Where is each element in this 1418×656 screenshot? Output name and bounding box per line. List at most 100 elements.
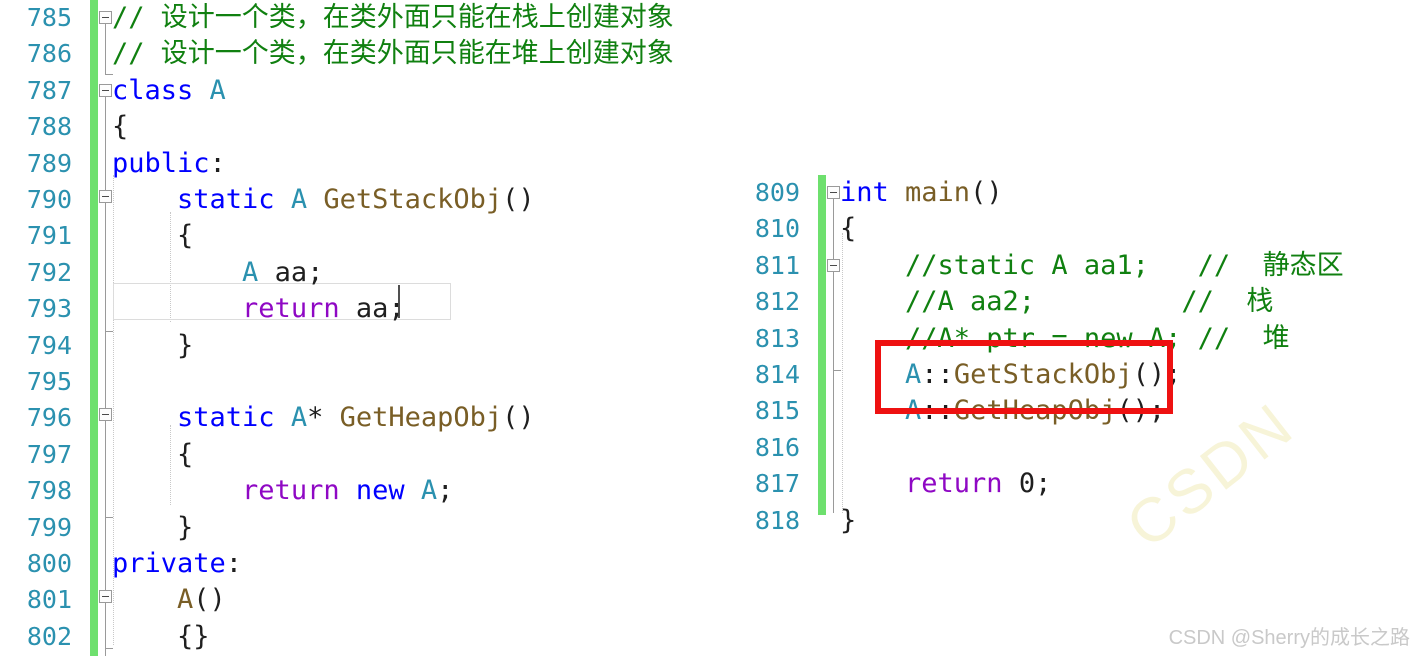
code-text-786: // 设计一个类，在类外面只能在堆上创建对象 [112,36,674,72]
line-number-786: 786 [26,39,72,69]
code-text-810: { [840,211,856,247]
code-line-811[interactable]: 811 //static A aa1; // 静态区 [730,248,1418,284]
token: } [840,504,857,536]
code-line-795[interactable]: 795 [0,364,740,400]
code-text-818: } [840,503,856,539]
token: static [177,184,291,215]
code-line-790[interactable]: 790 static A GetStackObj() [0,182,740,218]
line-number-796: 796 [26,403,72,433]
token: * [307,402,340,434]
line-number-801: 801 [26,585,72,615]
line-number-791: 791 [26,221,72,251]
code-line-787[interactable]: 787 class A [0,73,740,109]
code-text-802: {} [112,619,210,655]
code-line-799[interactable]: 799 } [0,510,740,546]
line-number-790: 790 [26,185,72,214]
left-code-pane[interactable]: 785 // 设计一个类，在类外面只能在栈上创建对象 786 // 设计一个类，在类外… [0,0,740,656]
code-line-798[interactable]: 798 return new A; [0,473,740,509]
code-line-802[interactable]: 802 {} [0,619,740,655]
code-text-798: return new A; [112,473,453,509]
code-text-794: } [112,328,193,364]
code-text-797: { [112,437,193,473]
code-line-793[interactable]: 793 return aa; [0,291,740,327]
code-line-810[interactable]: 810 { [730,211,1418,247]
token: // 设计一个类，在类外面只能在栈上创建对象 [112,2,674,33]
line-number-814: 814 [754,360,800,389]
line-number-789: 789 [26,148,72,178]
token: return [242,293,340,325]
line-number-785: 785 [26,3,72,32]
code-text-796: static A* GetHeapObj() [112,400,535,436]
token: } [112,329,194,361]
code-line-817[interactable]: 817 return 0; [730,466,1418,502]
line-number-817: 817 [754,469,800,499]
token: {} [112,620,210,652]
code-line-816[interactable]: 816 [730,430,1418,466]
code-line-812[interactable]: 812 //A aa2; // 栈 [730,284,1418,320]
line-number-818: 818 [754,505,800,535]
code-text-800: private: [112,546,242,582]
line-number-788: 788 [26,112,72,142]
token: public [112,147,210,179]
code-line-801[interactable]: 801 A() [0,582,740,618]
code-text-801: A() [112,582,226,618]
token: return [905,468,1019,500]
line-number-793: 793 [26,294,72,324]
token: A [290,184,308,215]
code-line-809[interactable]: 809 int main() [730,175,1418,211]
line-number-811: 811 [754,250,800,280]
token: main [905,177,971,208]
token: aa; [258,256,324,288]
token: aa; [339,293,405,325]
code-line-796[interactable]: 796 static A* GetHeapObj() [0,400,740,436]
token: ; [1035,468,1052,500]
code-line-788[interactable]: 788 { [0,109,740,145]
line-number-809: 809 [754,178,800,207]
code-line-786[interactable]: 786 // 设计一个类，在类外面只能在堆上创建对象 [0,36,740,72]
token: ; [437,475,454,507]
token: //A aa2; // 栈 [840,286,1274,318]
code-line-818[interactable]: 818} [730,503,1418,539]
code-line-791[interactable]: 791 { [0,218,740,254]
csdn-watermark: CSDN @Sherry的成长之路 [1168,627,1410,649]
token: GetStackObj [323,184,503,215]
code-text-790: static A GetStackObj() [112,182,535,218]
token: A [242,256,259,288]
code-text-817: return 0; [840,466,1051,502]
code-text-789: public: [112,146,226,182]
token: new [355,475,421,507]
code-line-789[interactable]: 789 public: [0,146,740,182]
token: static [177,402,291,434]
token: A [209,74,226,106]
code-line-797[interactable]: 797 { [0,437,740,473]
token: A [290,402,308,434]
line-number-815: 815 [754,396,800,426]
code-line-800[interactable]: 800 private: [0,546,740,582]
token: () [502,402,535,434]
token: private [112,548,226,579]
code-text-788: { [112,109,128,145]
code-text-787: class A [112,73,226,109]
token: { [840,213,857,245]
line-number-812: 812 [754,287,800,317]
token: () [502,184,535,215]
line-number-816: 816 [754,432,800,462]
code-line-794[interactable]: 794 } [0,328,740,364]
token: A [420,475,438,507]
code-text-793: return aa; [112,291,405,327]
code-line-792[interactable]: 792 A aa; [0,255,740,291]
token: // 设计一个类，在类外面只能在堆上创建对象 [112,38,674,70]
code-line-785[interactable]: 785 // 设计一个类，在类外面只能在栈上创建对象 [0,0,740,36]
line-number-799: 799 [26,512,72,542]
code-text-791: { [112,218,193,254]
line-number-802: 802 [26,621,72,651]
token: return [242,475,356,507]
line-number-798: 798 [26,476,72,506]
token: GetHeapObj [339,402,503,434]
